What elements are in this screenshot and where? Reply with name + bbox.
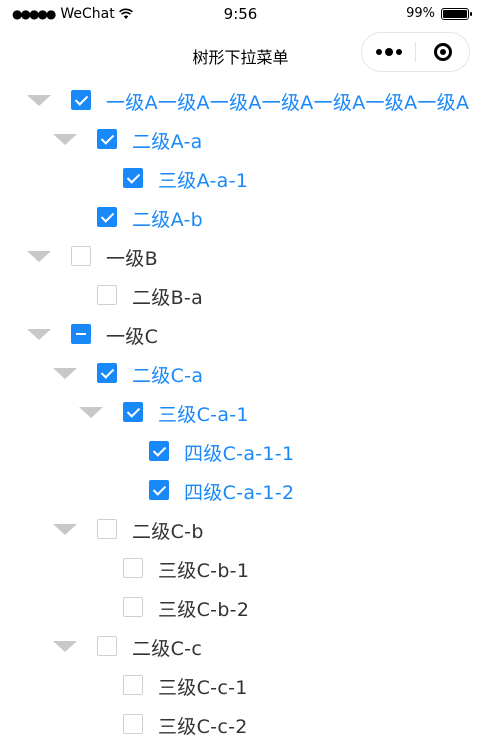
tree-node[interactable]: 三级C-b-2 <box>0 589 481 628</box>
node-checkbox[interactable] <box>97 363 117 383</box>
node-label: 三级C-c-2 <box>158 716 248 738</box>
node-label: 二级C-a <box>132 365 204 387</box>
node-label: 三级C-b-2 <box>158 599 250 621</box>
node-checkbox[interactable] <box>97 207 117 227</box>
node-label: 二级A-a <box>132 131 203 153</box>
node-checkbox[interactable] <box>123 558 143 578</box>
more-dot-icon <box>395 49 402 55</box>
tree-node[interactable]: 二级A-b <box>0 199 481 238</box>
node-label: 一级A一级A一级A一级A一级A一级A一级A <box>106 92 470 114</box>
node-label: 一级B <box>106 248 158 270</box>
close-button[interactable] <box>416 33 469 71</box>
node-checkbox[interactable] <box>123 675 143 695</box>
tree-node[interactable]: 三级C-c-1 <box>0 667 481 706</box>
tree-node[interactable]: 二级C-b <box>0 511 481 550</box>
node-label: 三级C-a-1 <box>158 404 249 426</box>
tree-node[interactable]: 三级C-a-1 <box>0 394 481 433</box>
node-checkbox[interactable] <box>149 480 169 500</box>
battery-icon <box>441 7 472 20</box>
tree-node[interactable]: 四级C-a-1-1 <box>0 433 481 472</box>
expand-caret-icon[interactable] <box>53 524 77 535</box>
expand-caret-icon[interactable] <box>53 368 77 379</box>
node-checkbox[interactable] <box>71 90 91 110</box>
node-label: 二级C-b <box>132 521 204 543</box>
expand-caret-icon[interactable] <box>27 329 51 340</box>
expand-caret-icon[interactable] <box>53 641 77 652</box>
tree-node[interactable]: 二级A-a <box>0 121 481 160</box>
tree-node[interactable]: 二级C-c <box>0 628 481 667</box>
expand-caret-icon[interactable] <box>27 95 51 106</box>
node-checkbox[interactable] <box>97 636 117 656</box>
tree-node[interactable]: 三级A-a-1 <box>0 160 481 199</box>
expand-caret-icon[interactable] <box>79 407 103 418</box>
status-right: 99% <box>406 6 472 21</box>
battery-percent: 99% <box>406 6 435 21</box>
node-checkbox[interactable] <box>71 246 91 266</box>
tree-node[interactable]: 一级C <box>0 316 481 355</box>
node-label: 二级A-b <box>132 209 203 231</box>
more-dot-icon <box>375 49 382 55</box>
status-bar: ●●●●● WeChat 9:56 99% <box>0 0 481 30</box>
mini-program-capsule <box>361 32 470 72</box>
node-label: 二级C-c <box>132 638 203 660</box>
tree-node[interactable]: 二级B-a <box>0 277 481 316</box>
node-checkbox[interactable] <box>123 714 143 734</box>
more-dot-icon <box>384 48 393 56</box>
node-checkbox[interactable] <box>71 324 91 344</box>
node-label: 二级B-a <box>132 287 204 309</box>
node-checkbox[interactable] <box>123 402 143 422</box>
node-label: 四级C-a-1-2 <box>184 482 295 504</box>
node-checkbox[interactable] <box>97 129 117 149</box>
node-label: 三级C-b-1 <box>158 560 250 582</box>
tree-node[interactable]: 一级B <box>0 238 481 277</box>
node-checkbox[interactable] <box>97 285 117 305</box>
tree-node[interactable]: 二级C-a <box>0 355 481 394</box>
tree-node[interactable]: 三级C-c-2 <box>0 706 481 745</box>
nav-bar: 树形下拉菜单 <box>0 30 481 78</box>
expand-caret-icon[interactable] <box>53 134 77 145</box>
expand-caret-icon[interactable] <box>27 251 51 262</box>
tree-node[interactable]: 三级C-b-1 <box>0 550 481 589</box>
tree-node[interactable]: 一级A一级A一级A一级A一级A一级A一级A <box>0 82 481 121</box>
node-label: 三级A-a-1 <box>158 170 249 192</box>
node-label: 一级C <box>106 326 159 348</box>
node-checkbox[interactable] <box>97 519 117 539</box>
more-button[interactable] <box>362 33 415 71</box>
node-checkbox[interactable] <box>123 168 143 188</box>
node-checkbox[interactable] <box>123 597 143 617</box>
close-target-icon <box>433 43 452 61</box>
node-label: 四级C-a-1-1 <box>184 443 295 465</box>
node-label: 三级C-c-1 <box>158 677 248 699</box>
node-checkbox[interactable] <box>149 441 169 461</box>
tree-node[interactable]: 四级C-a-1-2 <box>0 472 481 511</box>
